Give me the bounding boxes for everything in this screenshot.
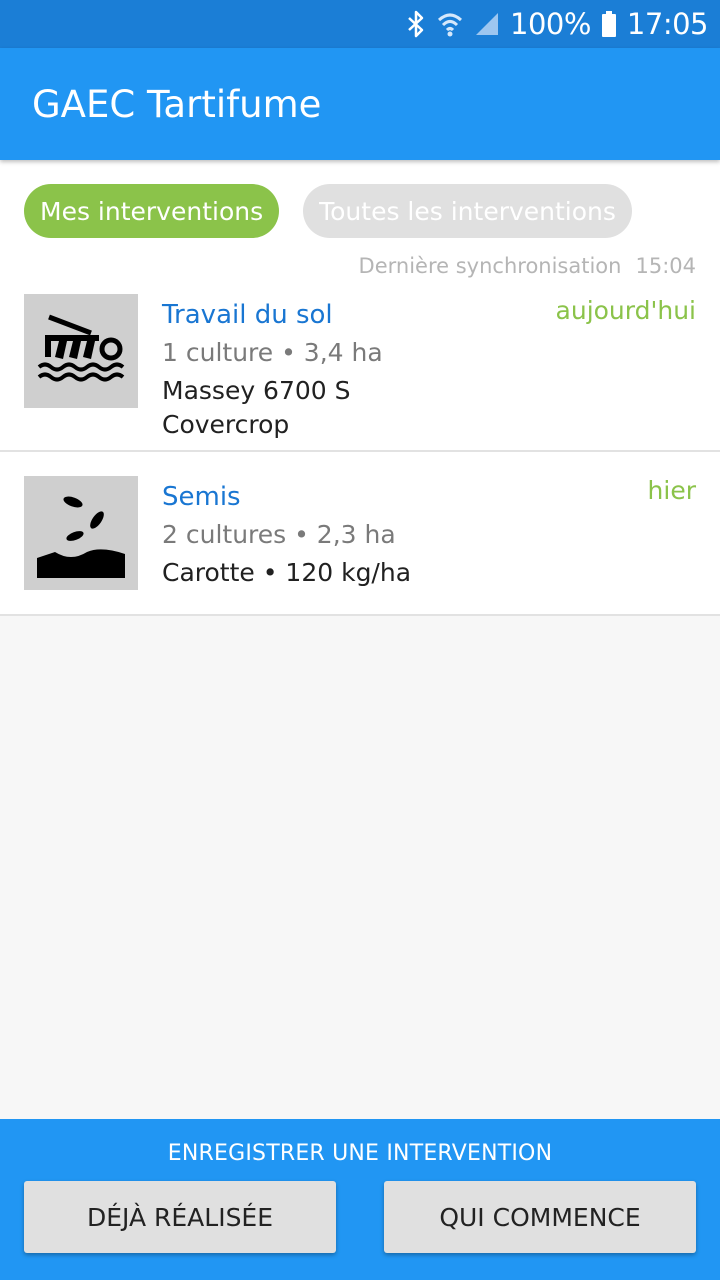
already-done-button[interactable]: DÉJÀ RÉALISÉE — [24, 1181, 336, 1253]
status-bar: 100% 17:05 — [0, 0, 720, 48]
starting-now-button[interactable]: QUI COMMENCE — [384, 1181, 696, 1253]
sync-status: Dernière synchronisation 15:04 — [0, 238, 720, 278]
record-intervention-label: ENREGISTRER UNE INTERVENTION — [167, 1141, 553, 1166]
app-bar: GAEC Tartifume — [0, 48, 720, 160]
item-info: Semis 2 cultures • 2,3 ha Carotte • 120 … — [162, 476, 720, 614]
action-buttons: DÉJÀ RÉALISÉE QUI COMMENCE — [0, 1181, 720, 1253]
filter-my-interventions[interactable]: Mes interventions — [24, 184, 280, 238]
wifi-icon — [436, 10, 464, 38]
filter-all-interventions[interactable]: Toutes les interventions — [303, 184, 632, 238]
item-date: aujourd'hui — [555, 296, 696, 325]
filter-tabs: Mes interventions Toutes les interventio… — [0, 160, 720, 238]
sowing-icon — [24, 476, 138, 590]
item-meta: 2 cultures • 2,3 ha — [162, 520, 396, 549]
soil-tillage-icon — [24, 294, 138, 408]
signal-icon — [474, 11, 500, 37]
filter-section: Mes interventions Toutes les interventio… — [0, 160, 720, 278]
item-title: Semis — [162, 482, 241, 512]
battery-icon — [601, 10, 617, 38]
item-date: hier — [647, 476, 696, 505]
bluetooth-icon — [406, 10, 426, 38]
record-intervention-panel: ENREGISTRER UNE INTERVENTION DÉJÀ RÉALIS… — [0, 1119, 720, 1280]
item-detail: Carotte • 120 kg/ha — [162, 558, 412, 587]
app-title: GAEC Tartifume — [32, 82, 322, 126]
battery-percent: 100% — [510, 7, 591, 41]
status-time: 17:05 — [626, 7, 709, 41]
content-area: Mes interventions Toutes les interventio… — [0, 160, 720, 1120]
item-detail: Massey 6700 S Covercrop — [162, 376, 351, 439]
sync-time: 15:04 — [635, 254, 696, 278]
list-item[interactable]: Semis 2 cultures • 2,3 ha Carotte • 120 … — [0, 452, 720, 616]
item-meta: 1 culture • 3,4 ha — [162, 338, 383, 367]
list-item[interactable]: Travail du sol 1 culture • 3,4 ha Massey… — [0, 278, 720, 452]
sync-label: Dernière synchronisation — [358, 254, 622, 278]
